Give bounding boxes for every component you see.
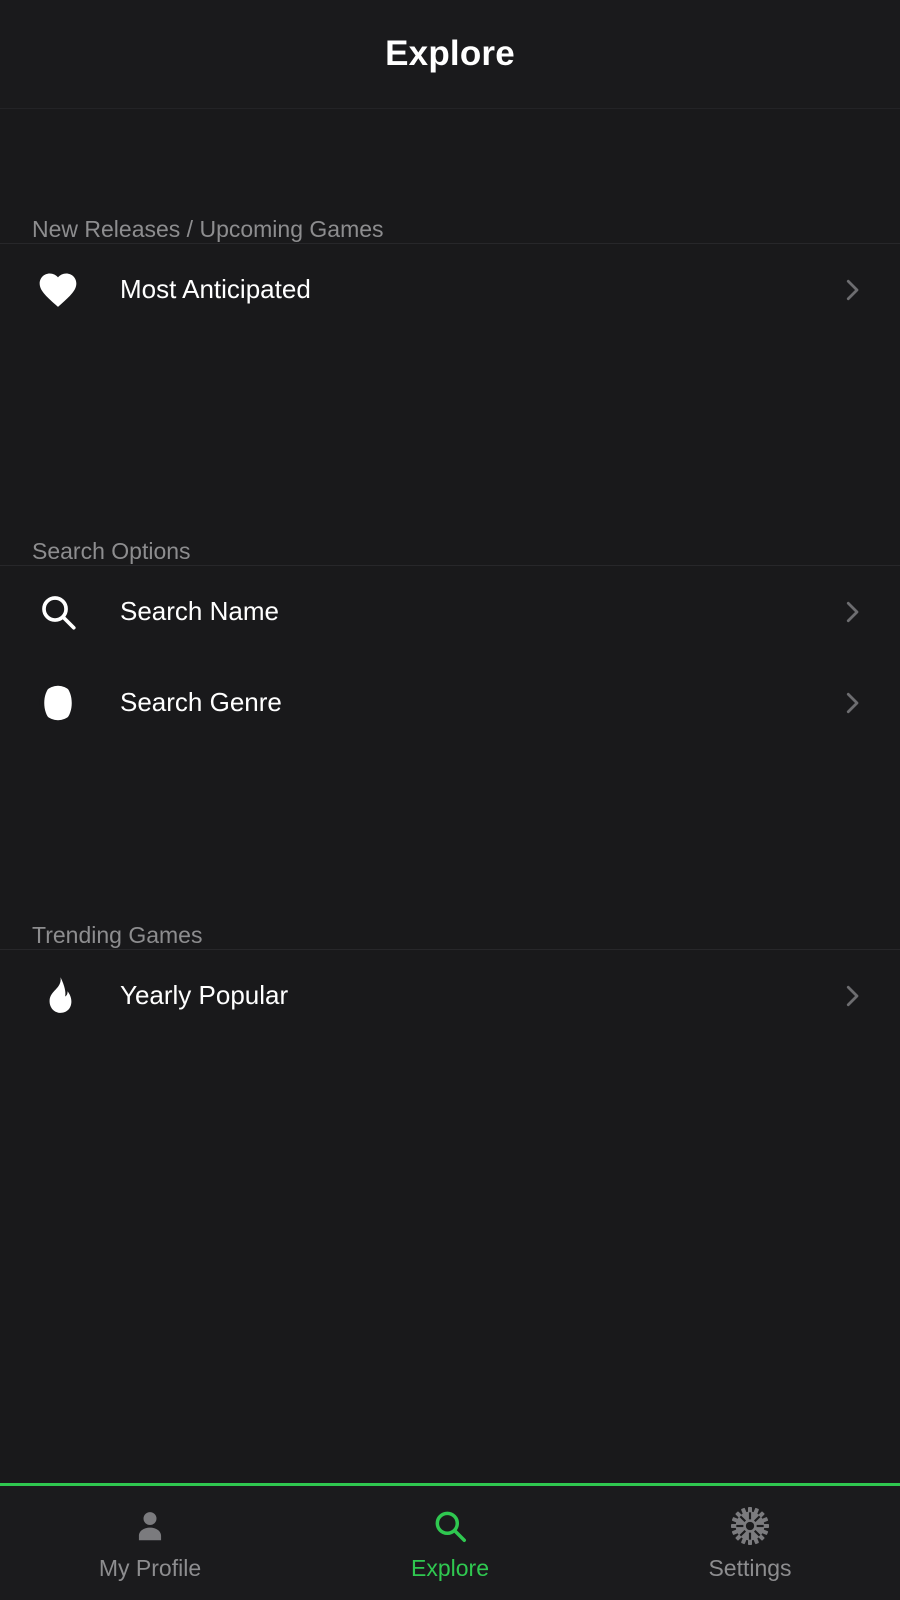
- search-icon: [0, 591, 115, 633]
- person-icon: [131, 1505, 169, 1547]
- nav-item-settings[interactable]: Settings: [600, 1486, 900, 1600]
- list-item-label: Most Anticipated: [120, 274, 311, 304]
- flame-icon: [0, 974, 115, 1018]
- section-header-search-options: Search Options: [0, 436, 900, 566]
- spacer-after-search-options: [0, 748, 900, 820]
- section-header-label: Trending Games: [32, 922, 203, 948]
- list-item-most-anticipated[interactable]: Most Anticipated: [0, 244, 900, 335]
- section-header-trending-games: Trending Games: [0, 820, 900, 950]
- nav-item-my-profile[interactable]: My Profile: [0, 1486, 300, 1600]
- bottom-navigation-bar: My Profile Explore Settings: [0, 1483, 900, 1600]
- list-item-label: Search Genre: [120, 687, 282, 717]
- list-item-label: Yearly Popular: [120, 980, 289, 1010]
- list-item-label: Search Name: [120, 596, 279, 626]
- chevron-right-icon: [832, 275, 872, 305]
- section-header-label: Search Options: [32, 538, 191, 564]
- list-item-yearly-popular[interactable]: Yearly Popular: [0, 950, 900, 1041]
- spacer-after-most-anticipated: [0, 335, 900, 436]
- chevron-right-icon: [832, 597, 872, 627]
- list-item-search-name[interactable]: Search Name: [0, 566, 900, 657]
- page-title: Explore: [385, 34, 515, 73]
- search-icon: [431, 1505, 469, 1547]
- gear-icon: [730, 1505, 770, 1547]
- app-bar: Explore: [0, 0, 900, 109]
- explore-screen: Explore New Releases / Upcoming Games Mo…: [0, 0, 900, 1600]
- nav-item-label: My Profile: [98, 1554, 202, 1581]
- chevron-right-icon: [832, 688, 872, 718]
- heart-icon: [0, 268, 115, 312]
- nav-item-label: Explore: [411, 1554, 489, 1581]
- chevron-right-icon: [832, 981, 872, 1011]
- section-header-new-releases: New Releases / Upcoming Games: [0, 109, 900, 244]
- baseball-icon: [0, 681, 115, 725]
- section-header-label: New Releases / Upcoming Games: [32, 216, 384, 242]
- explore-list: New Releases / Upcoming Games Most Antic…: [0, 109, 900, 1483]
- nav-item-label: Settings: [708, 1554, 792, 1581]
- nav-item-explore[interactable]: Explore: [300, 1486, 600, 1600]
- list-item-search-genre[interactable]: Search Genre: [0, 657, 900, 748]
